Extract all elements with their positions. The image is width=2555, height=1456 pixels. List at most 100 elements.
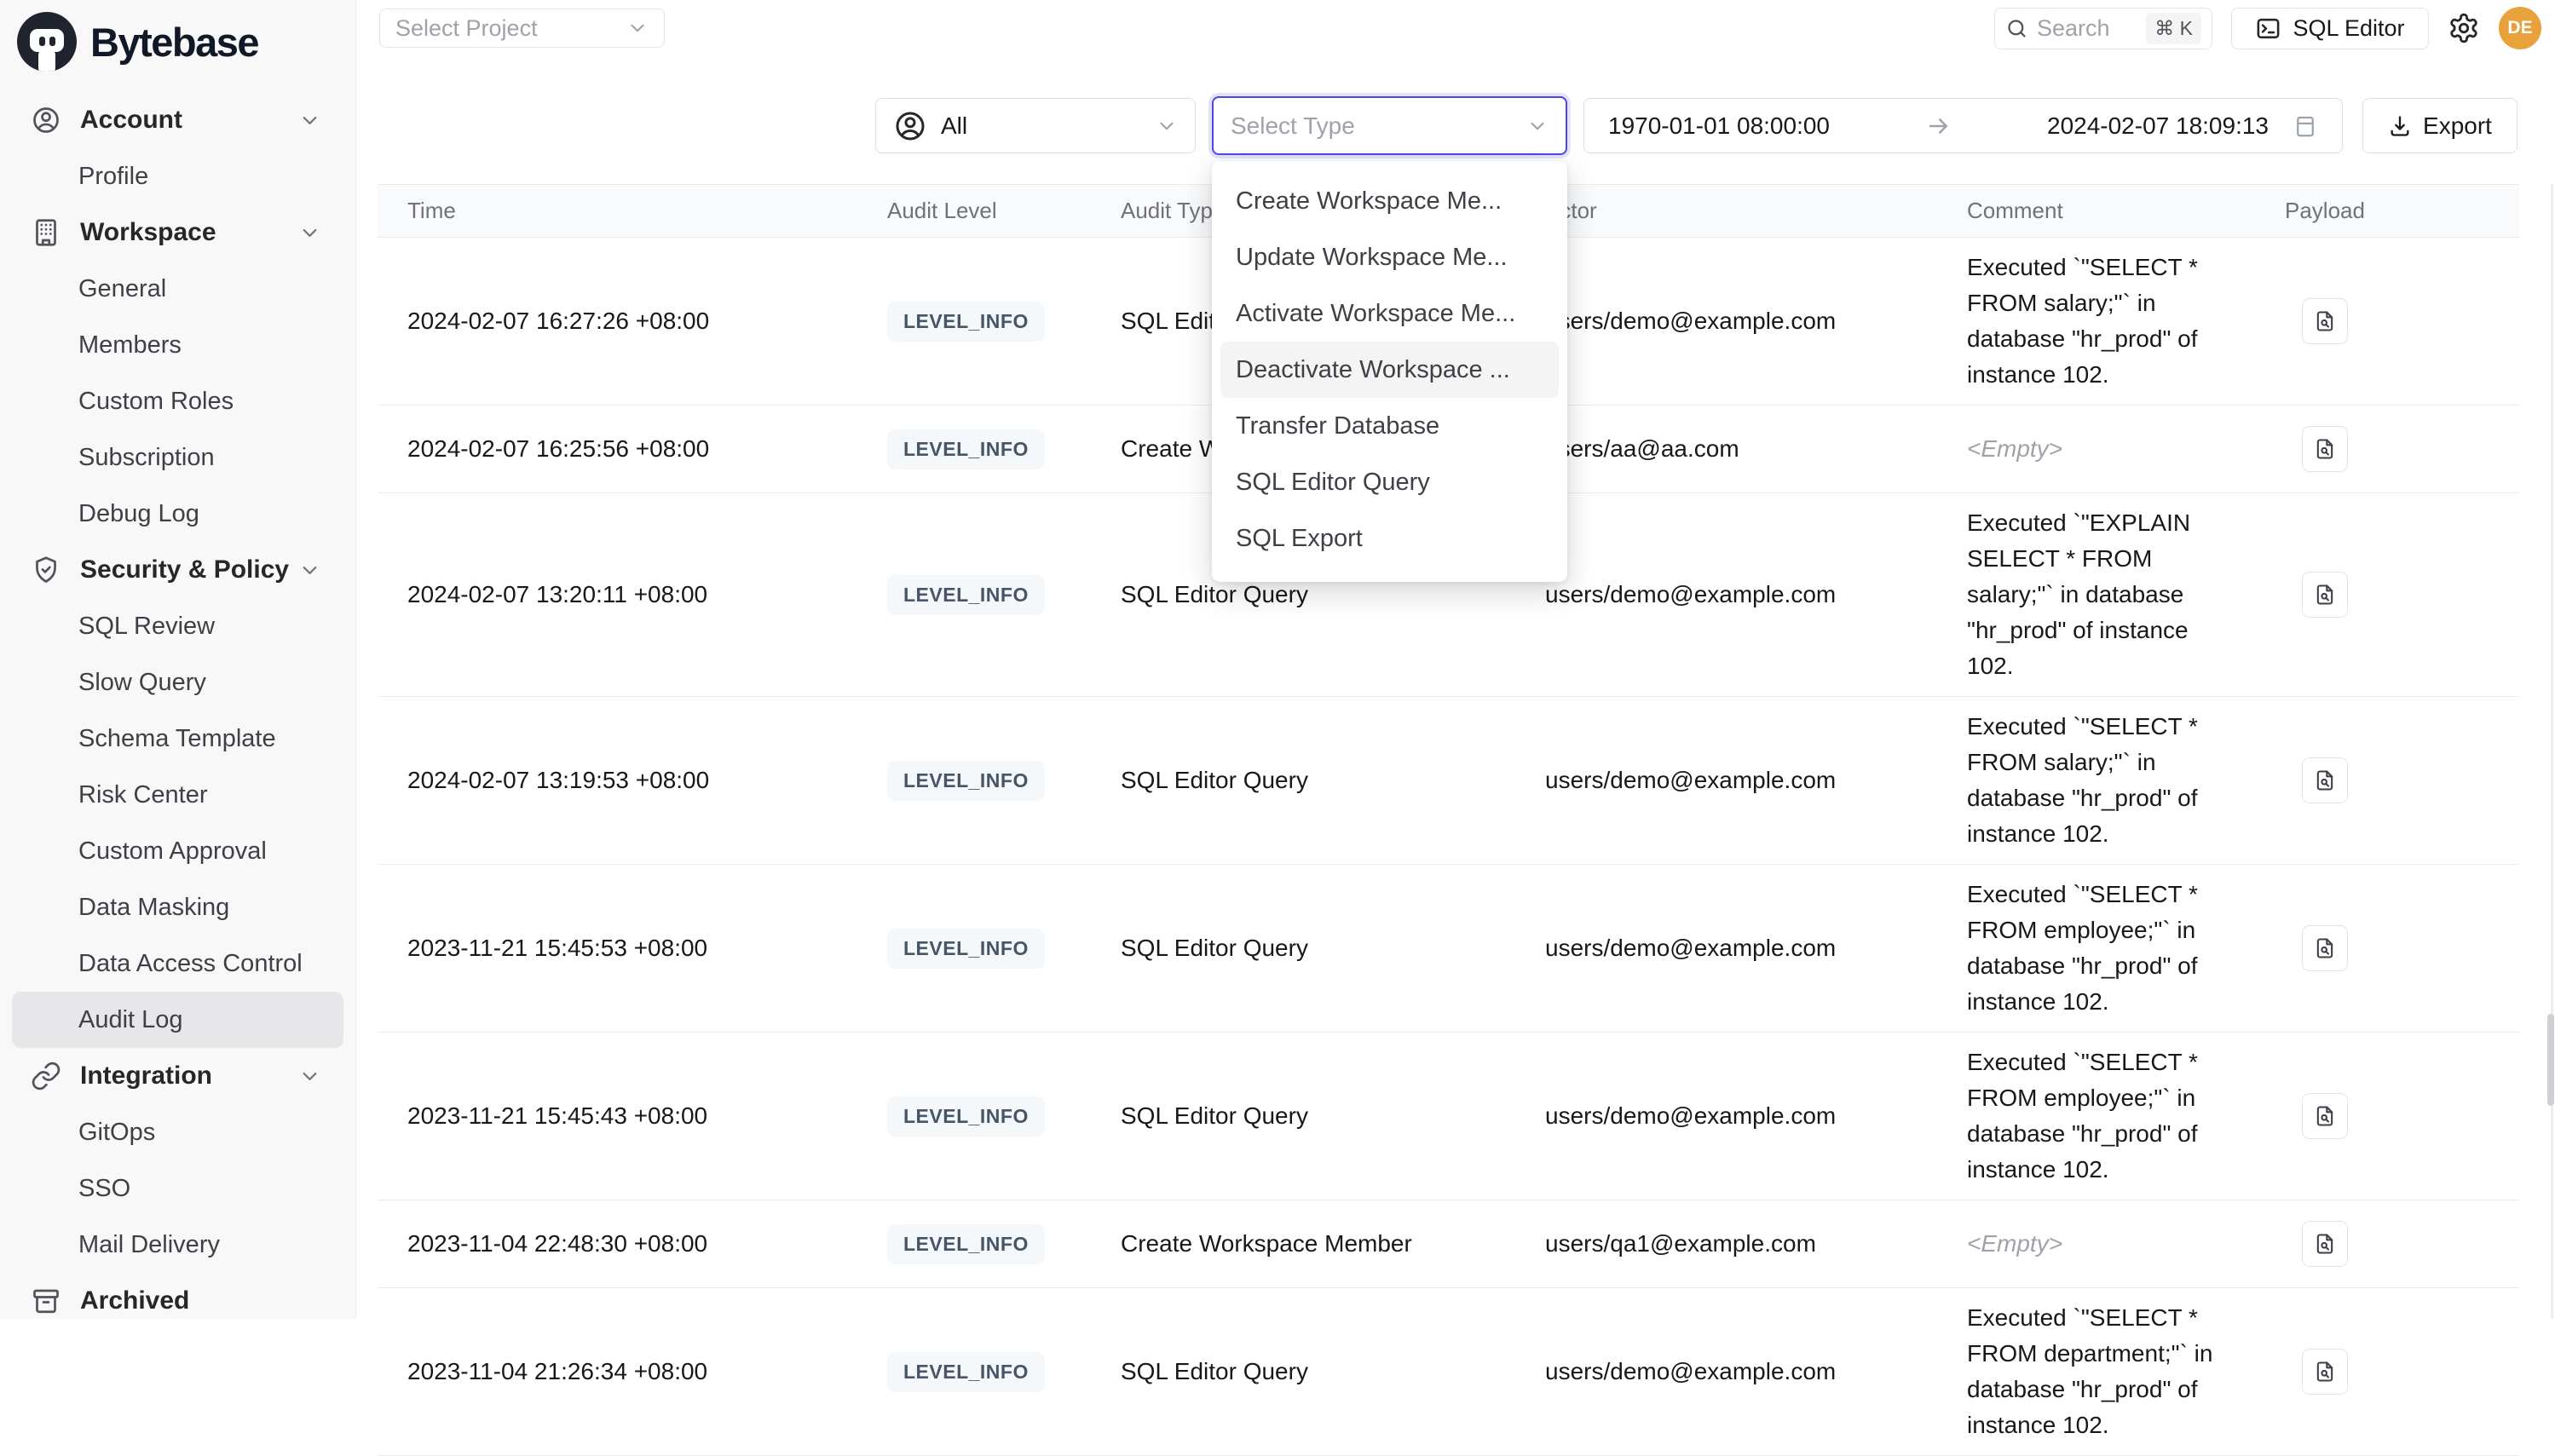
cell-time: 2023-11-04 21:26:34 +08:00 bbox=[378, 1288, 874, 1455]
cell-comment: Executed `"SELECT * FROM salary;"` in da… bbox=[1947, 697, 2258, 864]
building-icon bbox=[31, 217, 61, 248]
cell-time: 2024-02-07 16:25:56 +08:00 bbox=[378, 406, 874, 492]
cell-comment: <Empty> bbox=[1947, 406, 2258, 492]
sidebar-item-data-access-control[interactable]: Data Access Control bbox=[0, 935, 355, 992]
sidebar-item-security-policy[interactable]: Security & Policy bbox=[0, 542, 355, 598]
sidebar-item-risk-center[interactable]: Risk Center bbox=[0, 767, 355, 823]
sidebar-item-label: Account bbox=[80, 106, 182, 135]
payload-view-button[interactable] bbox=[2302, 757, 2348, 803]
dropdown-option-create-workspace-me[interactable]: Create Workspace Me... bbox=[1212, 173, 1567, 229]
arrow-right-icon bbox=[1926, 113, 1952, 139]
payload-view-button[interactable] bbox=[2302, 925, 2348, 971]
file-search-icon bbox=[2313, 1360, 2337, 1384]
cell-comment: Executed `"SELECT * FROM department;"` i… bbox=[1947, 1288, 2258, 1455]
sidebar-item-label: Debug Log bbox=[78, 500, 199, 528]
cell-comment: Executed `"EXPLAIN SELECT * FROM salary;… bbox=[1947, 493, 2258, 696]
sidebar-item-account[interactable]: Account bbox=[0, 92, 355, 148]
dropdown-option-activate-workspace-me[interactable]: Activate Workspace Me... bbox=[1212, 285, 1567, 342]
sidebar-item-debug-log[interactable]: Debug Log bbox=[0, 486, 355, 542]
cell-time: 2024-02-07 13:19:53 +08:00 bbox=[378, 697, 874, 864]
sidebar-item-audit-log[interactable]: Audit Log bbox=[12, 992, 343, 1048]
sidebar-item-sql-review[interactable]: SQL Review bbox=[0, 598, 355, 654]
sidebar-item-mail-delivery[interactable]: Mail Delivery bbox=[0, 1217, 355, 1273]
date-range-picker[interactable]: 1970-01-01 08:00:00 2024-02-07 18:09:13 bbox=[1583, 98, 2343, 153]
topbar: Select Project Search ⌘ K SQL Editor DE bbox=[356, 0, 2555, 56]
sidebar-item-slow-query[interactable]: Slow Query bbox=[0, 654, 355, 711]
brand-logo[interactable]: Bytebase bbox=[0, 0, 355, 75]
sidebar-item-general[interactable]: General bbox=[0, 261, 355, 317]
sidebar-item-gitops[interactable]: GitOps bbox=[0, 1104, 355, 1160]
search-icon bbox=[2005, 17, 2028, 40]
chevron-down-icon bbox=[1526, 115, 1549, 137]
payload-view-button[interactable] bbox=[2302, 426, 2348, 472]
audit-level-badge: LEVEL_INFO bbox=[887, 429, 1045, 469]
dropdown-option-update-workspace-me[interactable]: Update Workspace Me... bbox=[1212, 229, 1567, 285]
scrollbar-thumb[interactable] bbox=[2547, 1014, 2554, 1106]
cell-time: 2023-11-21 15:45:43 +08:00 bbox=[378, 1033, 874, 1200]
sidebar-item-workspace[interactable]: Workspace bbox=[0, 204, 355, 261]
payload-view-button[interactable] bbox=[2302, 1093, 2348, 1139]
project-select-placeholder: Select Project bbox=[395, 15, 538, 42]
scrollbar-track[interactable] bbox=[2551, 184, 2553, 1319]
cell-actor: users/demo@example.com bbox=[1530, 238, 1947, 405]
payload-view-button[interactable] bbox=[2302, 1349, 2348, 1395]
cell-time: 2024-02-07 13:20:11 +08:00 bbox=[378, 493, 874, 696]
sidebar-item-archived[interactable]: Archived bbox=[0, 1273, 355, 1329]
sidebar-item-schema-template[interactable]: Schema Template bbox=[0, 711, 355, 767]
payload-view-button[interactable] bbox=[2302, 1221, 2348, 1267]
cell-audit-type: SQL Editor Query bbox=[1099, 697, 1530, 864]
sidebar-item-members[interactable]: Members bbox=[0, 317, 355, 373]
actor-filter-select[interactable]: All bbox=[875, 98, 1196, 153]
user-circle-icon bbox=[31, 105, 61, 135]
cell-actor: users/aa@aa.com bbox=[1530, 406, 1947, 492]
sidebar-item-sso[interactable]: SSO bbox=[0, 1160, 355, 1217]
sidebar-item-label: Archived bbox=[80, 1286, 189, 1315]
user-avatar[interactable]: DE bbox=[2499, 7, 2541, 49]
table-row: 2023-11-04 21:26:34 +08:00LEVEL_INFOSQL … bbox=[378, 1288, 2519, 1456]
dropdown-option-deactivate-workspace[interactable]: Deactivate Workspace ... bbox=[1220, 342, 1559, 398]
sidebar-item-label: Members bbox=[78, 331, 182, 360]
sql-editor-button[interactable]: SQL Editor bbox=[2231, 8, 2429, 49]
terminal-icon bbox=[2255, 15, 2281, 42]
cell-audit-level: LEVEL_INFO bbox=[874, 697, 1099, 864]
type-filter-select[interactable]: Select Type bbox=[1212, 96, 1567, 155]
sidebar-item-label: Data Masking bbox=[78, 894, 229, 922]
cell-audit-level: LEVEL_INFO bbox=[874, 865, 1099, 1032]
chevron-down-icon bbox=[1156, 115, 1178, 137]
cell-time: 2023-11-21 15:45:53 +08:00 bbox=[378, 865, 874, 1032]
sidebar-item-custom-approval[interactable]: Custom Approval bbox=[0, 823, 355, 879]
type-filter-placeholder: Select Type bbox=[1231, 112, 1355, 140]
search-input[interactable]: Search ⌘ K bbox=[1994, 8, 2212, 49]
actor-filter-value: All bbox=[941, 112, 967, 140]
dropdown-option-sql-export[interactable]: SQL Export bbox=[1212, 510, 1567, 567]
cell-audit-level: LEVEL_INFO bbox=[874, 493, 1099, 696]
dropdown-option-transfer-database[interactable]: Transfer Database bbox=[1212, 398, 1567, 454]
export-button[interactable]: Export bbox=[2362, 98, 2518, 153]
sidebar-item-profile[interactable]: Profile bbox=[0, 148, 355, 204]
sidebar: Bytebase Account Profile Workspace General M… bbox=[0, 0, 356, 1319]
sidebar-item-custom-roles[interactable]: Custom Roles bbox=[0, 373, 355, 429]
sidebar-item-label: Workspace bbox=[80, 218, 216, 247]
cell-payload bbox=[2258, 1200, 2519, 1287]
file-search-icon bbox=[2313, 1104, 2337, 1128]
cell-actor: users/demo@example.com bbox=[1530, 493, 1947, 696]
sidebar-item-integration[interactable]: Integration bbox=[0, 1048, 355, 1104]
cell-time: 2024-02-07 16:27:26 +08:00 bbox=[378, 238, 874, 405]
project-select[interactable]: Select Project bbox=[379, 9, 665, 48]
cell-audit-type: SQL Editor Query bbox=[1099, 1033, 1530, 1200]
type-filter-dropdown: Create Workspace Me...Update Workspace M… bbox=[1212, 161, 1567, 582]
payload-view-button[interactable] bbox=[2302, 572, 2348, 618]
cell-comment: Executed `"SELECT * FROM employee;"` in … bbox=[1947, 1033, 2258, 1200]
sidebar-item-label: Subscription bbox=[78, 444, 215, 472]
date-range-start: 1970-01-01 08:00:00 bbox=[1608, 112, 1830, 140]
payload-view-button[interactable] bbox=[2302, 298, 2348, 344]
sidebar-item-label: Mail Delivery bbox=[78, 1231, 220, 1259]
sidebar-item-label: Schema Template bbox=[78, 725, 276, 753]
cell-actor: users/demo@example.com bbox=[1530, 1033, 1947, 1200]
settings-gear-icon[interactable] bbox=[2448, 12, 2480, 44]
dropdown-option-sql-editor-query[interactable]: SQL Editor Query bbox=[1212, 454, 1567, 510]
sidebar-item-subscription[interactable]: Subscription bbox=[0, 429, 355, 486]
cell-actor: users/demo@example.com bbox=[1530, 1288, 1947, 1455]
cell-audit-level: LEVEL_INFO bbox=[874, 238, 1099, 405]
sidebar-item-data-masking[interactable]: Data Masking bbox=[0, 879, 355, 935]
